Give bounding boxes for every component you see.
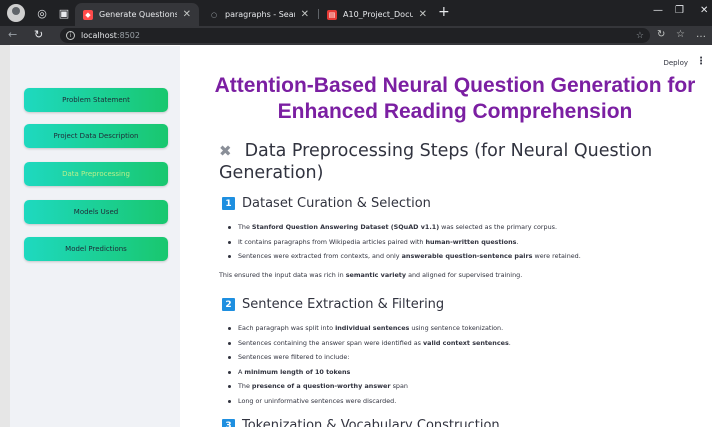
- bookmark-star-icon[interactable]: ☆: [636, 31, 644, 41]
- list-item: A minimum length of 10 tokens: [227, 365, 511, 380]
- tab-title: Generate Questions: [99, 10, 177, 19]
- step-bullet-list: The Stanford Question Answering Dataset …: [227, 220, 581, 264]
- tab-paragraphs-search[interactable]: ○ paragraphs - Search ✕: [201, 3, 317, 26]
- tab-title: paragraphs - Search: [225, 10, 295, 19]
- section-heading: ✖ Data Preprocessing Steps (for Neural Q…: [219, 140, 689, 184]
- workspaces-icon[interactable]: ◎: [34, 5, 50, 21]
- step-heading-text: Sentence Extraction & Filtering: [242, 297, 445, 312]
- sidebar-item-model-predictions[interactable]: Model Predictions: [24, 237, 168, 261]
- url-field[interactable]: i localhost:8502 ☆: [60, 28, 650, 43]
- sidebar-item-models-used[interactable]: Models Used: [24, 200, 168, 224]
- close-window-icon[interactable]: ✕: [700, 5, 708, 16]
- close-tab-icon[interactable]: ✕: [419, 9, 427, 20]
- list-item: Long or uninformative sentences were dis…: [227, 394, 511, 409]
- step-number-badge: 2: [222, 298, 235, 311]
- step-heading: 2 Sentence Extraction & Filtering: [222, 297, 444, 312]
- search-favicon-icon: ○: [210, 10, 218, 19]
- list-item: The Stanford Question Answering Dataset …: [227, 220, 581, 235]
- tools-icon: ✖: [219, 142, 232, 160]
- tab-pdf-document[interactable]: ▤ A10_Project_Documentation(1).p ✕: [319, 3, 435, 26]
- browser-tab-strip: ◎ ▣ ◆ Generate Questions ✕ ○ paragraphs …: [0, 0, 712, 26]
- sidebar-item-data-preprocessing[interactable]: Data Preprocessing: [24, 162, 168, 186]
- tab-generate-questions[interactable]: ◆ Generate Questions ✕: [75, 3, 199, 26]
- url-host: localhost: [81, 31, 117, 40]
- restore-icon[interactable]: ❐: [675, 5, 684, 16]
- tab-title: A10_Project_Documentation(1).p: [343, 10, 413, 19]
- back-icon[interactable]: ←: [8, 28, 17, 41]
- deploy-button[interactable]: Deploy: [663, 59, 688, 67]
- list-item: The presence of a question-worthy answer…: [227, 379, 511, 394]
- window-frame: [0, 45, 10, 427]
- reload-icon[interactable]: ↻: [34, 28, 43, 41]
- favorites-icon[interactable]: ☆: [676, 29, 685, 40]
- step-heading: 3 Tokenization & Vocabulary Construction: [222, 418, 500, 427]
- list-item: Each paragraph was split into individual…: [227, 321, 511, 336]
- step-number-badge: 3: [222, 419, 235, 427]
- sidebar-item-problem-statement[interactable]: Problem Statement: [24, 88, 168, 112]
- close-tab-icon[interactable]: ✕: [301, 9, 309, 20]
- page-title: Attention-Based Neural Question Generati…: [214, 74, 696, 123]
- site-info-icon[interactable]: i: [66, 31, 75, 40]
- tab-actions-icon[interactable]: ▣: [56, 5, 72, 21]
- main-content: Deploy ⋮ Attention-Based Neural Question…: [180, 46, 712, 427]
- step-heading: 1 Dataset Curation & Selection: [222, 196, 431, 211]
- step-bullet-list: Each paragraph was split into individual…: [227, 321, 511, 408]
- profile-icon[interactable]: [7, 4, 25, 22]
- step-heading-text: Dataset Curation & Selection: [242, 196, 431, 211]
- close-tab-icon[interactable]: ✕: [183, 9, 191, 20]
- list-item: Sentences were extracted from contexts, …: [227, 249, 581, 264]
- list-item: It contains paragraphs from Wikipedia ar…: [227, 235, 581, 250]
- section-heading-text: Data Preprocessing Steps (for Neural Que…: [219, 141, 653, 183]
- streamlit-favicon-icon: ◆: [83, 9, 93, 20]
- list-item: Sentences were filtered to include:: [227, 350, 511, 365]
- sidebar: Problem Statement Project Data Descripti…: [10, 46, 180, 427]
- list-item: Sentences containing the answer span wer…: [227, 336, 511, 351]
- url-port: :8502: [116, 31, 140, 40]
- minimize-icon[interactable]: —: [653, 5, 663, 16]
- browser-menu-icon[interactable]: …: [696, 29, 706, 40]
- extension-icon[interactable]: ↻: [657, 29, 665, 40]
- sidebar-item-project-data-description[interactable]: Project Data Description: [24, 124, 168, 148]
- step-number-badge: 1: [222, 197, 235, 210]
- address-bar: ← ↻ i localhost:8502 ☆ ↻ ☆ …: [0, 26, 712, 45]
- new-tab-button[interactable]: +: [438, 5, 450, 19]
- main-menu-icon[interactable]: ⋮: [696, 56, 706, 67]
- pdf-favicon-icon: ▤: [327, 9, 337, 20]
- step-heading-text: Tokenization & Vocabulary Construction: [242, 418, 500, 427]
- step-summary-text: This ensured the input data was rich in …: [219, 271, 523, 279]
